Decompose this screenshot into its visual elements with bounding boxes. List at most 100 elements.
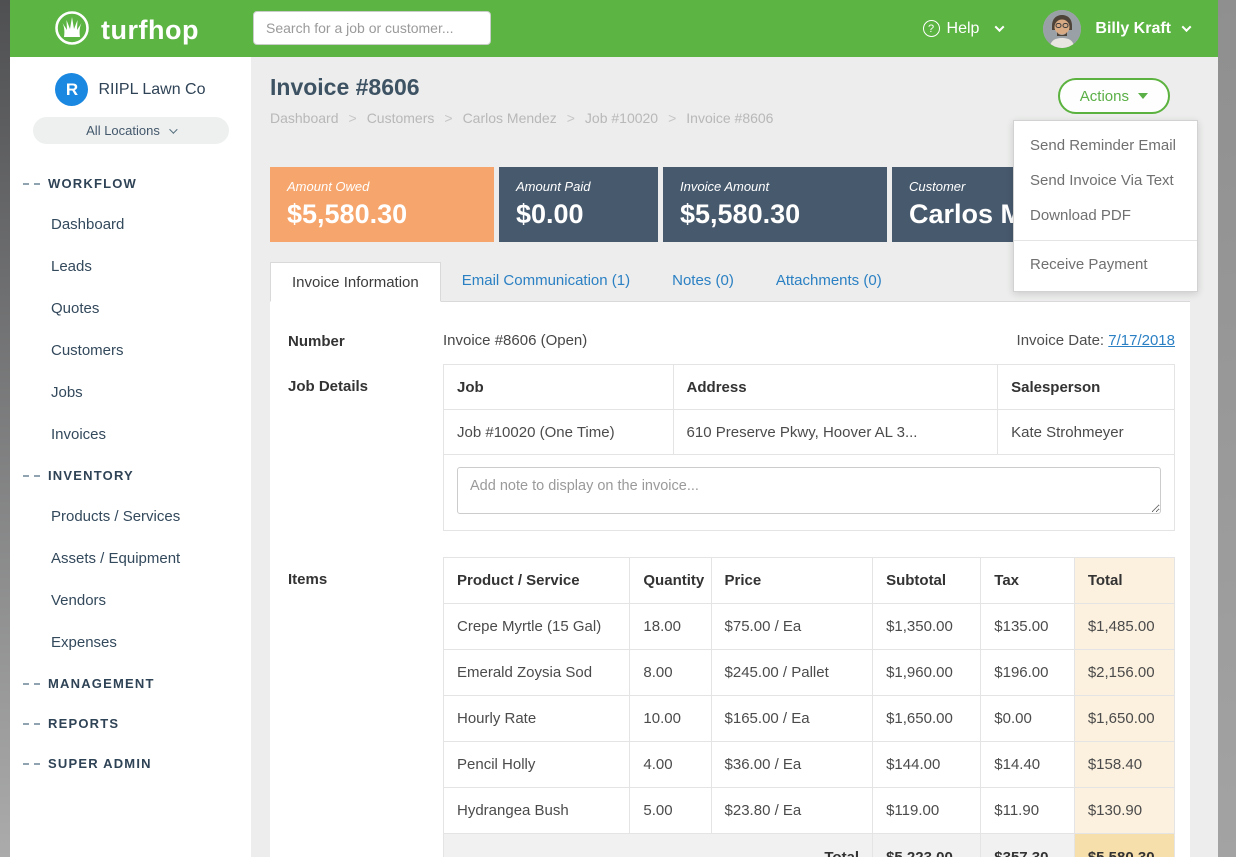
sidebar-item-dashboard[interactable]: Dashboard [10, 204, 251, 246]
item-row: Hydrangea Bush 5.00 $23.80 / Ea $119.00 … [444, 788, 1175, 834]
sidebar-item-products-services[interactable]: Products / Services [10, 496, 251, 538]
location-selector[interactable]: All Locations [33, 117, 229, 144]
nav-section-super-admin[interactable]: SUPER ADMIN [10, 744, 251, 784]
invoice-number-row: Number Invoice #8606 (Open) Invoice Date… [288, 319, 1175, 350]
sidebar-item-assets-equipment[interactable]: Assets / Equipment [10, 538, 251, 580]
tab-email-communication[interactable]: Email Communication (1) [441, 261, 651, 301]
sidebar-item-expenses[interactable]: Expenses [10, 622, 251, 664]
actions-button[interactable]: Actions [1058, 78, 1170, 114]
job-col-header: Job [444, 365, 674, 410]
nav-section-inventory: INVENTORY [10, 456, 251, 496]
nav-section-reports[interactable]: REPORTS [10, 704, 251, 744]
menu-item-send-reminder-email[interactable]: Send Reminder Email [1014, 128, 1197, 163]
app-window: turfhop ? Help [10, 0, 1218, 857]
items-header-row: Product / Service Quantity Price Subtota… [444, 558, 1175, 604]
item-row: Hourly Rate 10.00 $165.00 / Ea $1,650.00… [444, 696, 1175, 742]
stat-amount-paid: Amount Paid $0.00 [499, 167, 658, 242]
user-name[interactable]: Billy Kraft [1095, 20, 1171, 38]
job-details-row: Job Details Job Address Salesperson [288, 364, 1175, 531]
address-cell: 610 Preserve Pkwy, Hoover AL 3... [673, 410, 998, 455]
tab-attachments[interactable]: Attachments (0) [755, 261, 903, 301]
sidebar-item-leads[interactable]: Leads [10, 246, 251, 288]
sidebar: R RIIPL Lawn Co All Locations WORKFLOW D… [10, 57, 251, 857]
tab-invoice-information[interactable]: Invoice Information [270, 262, 441, 302]
tax-total: $357.30 [981, 834, 1075, 857]
nav-section-management[interactable]: MANAGEMENT [10, 664, 251, 704]
price-col-header: Price [711, 558, 873, 604]
company-logo-icon: R [55, 73, 88, 106]
items-row: Items Product / Service [288, 557, 1175, 857]
items-label: Items [288, 557, 443, 857]
window-edge-left [0, 0, 10, 857]
grass-logo-icon [53, 9, 91, 52]
item-row: Pencil Holly 4.00 $36.00 / Ea $144.00 $1… [444, 742, 1175, 788]
job-table-header-row: Job Address Salesperson [444, 365, 1175, 410]
main-content: Invoice #8606 Dashboard Customers Carlos… [251, 57, 1218, 857]
sidebar-nav: WORKFLOW Dashboard Leads Quotes Customer… [10, 164, 251, 784]
item-row: Crepe Myrtle (15 Gal) 18.00 $75.00 / Ea … [444, 604, 1175, 650]
tab-notes[interactable]: Notes (0) [651, 261, 755, 301]
actions-button-label: Actions [1080, 88, 1129, 105]
sidebar-item-quotes[interactable]: Quotes [10, 288, 251, 330]
screen: turfhop ? Help [0, 0, 1236, 857]
sidebar-item-vendors[interactable]: Vendors [10, 580, 251, 622]
sidebar-item-customers[interactable]: Customers [10, 330, 251, 372]
grand-total: $5,580.30 [1074, 834, 1174, 857]
chevron-down-icon [169, 125, 177, 133]
window-edge-right [1218, 0, 1236, 857]
job-details-label: Job Details [288, 364, 443, 531]
menu-divider [1014, 240, 1197, 241]
company-name: RIIPL Lawn Co [98, 81, 205, 99]
nav-section-workflow: WORKFLOW [10, 164, 251, 204]
chevron-down-icon [995, 22, 1005, 32]
tax-col-header: Tax [981, 558, 1075, 604]
item-row: Emerald Zoysia Sod 8.00 $245.00 / Pallet… [444, 650, 1175, 696]
menu-item-download-pdf[interactable]: Download PDF [1014, 198, 1197, 233]
subtotal-total: $5,223.00 [873, 834, 981, 857]
help-icon: ? [923, 20, 940, 37]
stat-invoice-amount: Invoice Amount $5,580.30 [663, 167, 887, 242]
salesperson-cell: Kate Strohmeyer [998, 410, 1175, 455]
invoice-number-value: Invoice #8606 (Open) [443, 332, 587, 349]
sidebar-item-jobs[interactable]: Jobs [10, 372, 251, 414]
search-input[interactable] [253, 11, 491, 45]
address-col-header: Address [673, 365, 998, 410]
subtotal-col-header: Subtotal [873, 558, 981, 604]
help-menu[interactable]: ? Help [923, 20, 1004, 38]
salesperson-col-header: Salesperson [998, 365, 1175, 410]
breadcrumb-dashboard[interactable]: Dashboard [270, 110, 339, 126]
breadcrumb-job[interactable]: Job #10020 [557, 110, 658, 126]
help-label: Help [947, 20, 980, 38]
job-details-table: Job Address Salesperson Job #10020 (One … [443, 364, 1175, 531]
chevron-down-icon[interactable] [1182, 22, 1192, 32]
invoice-date-link[interactable]: 7/17/2018 [1108, 332, 1175, 349]
menu-item-send-invoice-via-text[interactable]: Send Invoice Via Text [1014, 163, 1197, 198]
invoice-note-input[interactable] [457, 467, 1161, 514]
invoice-date: Invoice Date: 7/17/2018 [1017, 332, 1175, 349]
dash-icon [23, 763, 40, 765]
items-total-row: Total $5,223.00 $357.30 $5,580.30 [444, 834, 1175, 857]
caret-down-icon [1138, 93, 1148, 99]
user-avatar[interactable] [1043, 10, 1081, 48]
actions-dropdown-menu: Send Reminder Email Send Invoice Via Tex… [1013, 120, 1198, 292]
page-title: Invoice #8606 [270, 74, 1190, 101]
header-right-cluster: ? Help Billy Kraft [923, 0, 1190, 57]
product-service-col-header: Product / Service [444, 558, 630, 604]
menu-item-receive-payment[interactable]: Receive Payment [1014, 247, 1197, 282]
sidebar-item-invoices[interactable]: Invoices [10, 414, 251, 456]
breadcrumb-customers[interactable]: Customers [339, 110, 435, 126]
number-label: Number [288, 319, 443, 350]
job-cell: Job #10020 (One Time) [444, 410, 674, 455]
company-header: R RIIPL Lawn Co [10, 73, 251, 106]
quantity-col-header: Quantity [630, 558, 711, 604]
top-header-bar: turfhop ? Help [10, 0, 1218, 57]
logo-text: turfhop [101, 15, 199, 46]
turfhop-logo[interactable]: turfhop [53, 9, 199, 52]
total-label: Total [444, 834, 873, 857]
dash-icon [23, 475, 40, 477]
job-table-row: Job #10020 (One Time) 610 Preserve Pkwy,… [444, 410, 1175, 455]
invoice-date-label: Invoice Date: [1017, 332, 1105, 349]
total-col-header: Total [1074, 558, 1174, 604]
breadcrumb-current: Invoice #8606 [658, 110, 773, 126]
breadcrumb-customer-name[interactable]: Carlos Mendez [434, 110, 556, 126]
